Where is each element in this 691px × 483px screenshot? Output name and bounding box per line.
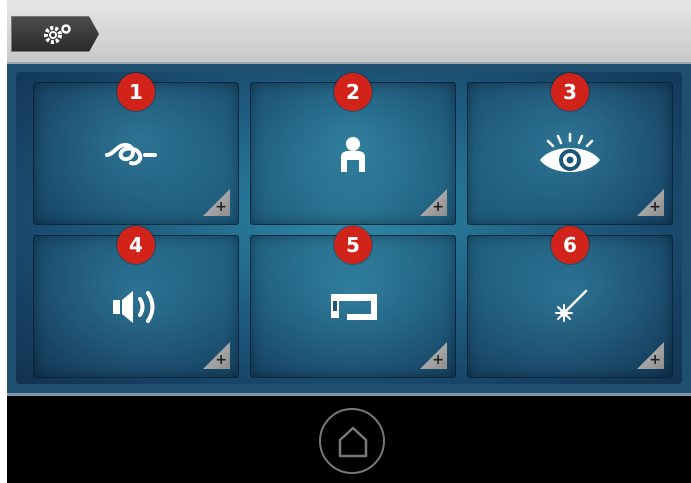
- expand-corner[interactable]: +: [203, 342, 230, 369]
- top-bar: [7, 0, 691, 64]
- knot-icon: [105, 142, 157, 165]
- screen: 1 + 2 + 3 + 4 + 5 + 6 +: [7, 0, 691, 396]
- tile-number-badge: 5: [334, 226, 372, 264]
- tile-4-sound[interactable]: 4 +: [33, 226, 239, 378]
- tile-number-badge: 3: [551, 73, 589, 111]
- settings-tab[interactable]: [11, 16, 99, 52]
- expand-corner[interactable]: +: [203, 189, 230, 216]
- home-button[interactable]: [319, 408, 385, 474]
- expand-corner[interactable]: +: [637, 342, 664, 369]
- sewing-machine-icon: [331, 293, 377, 320]
- home-icon: [338, 426, 368, 458]
- tile-3-eye[interactable]: 3 +: [467, 73, 673, 225]
- speaker-icon: [113, 290, 155, 323]
- gears-icon: [44, 24, 71, 44]
- tile-number-badge: 2: [334, 73, 372, 111]
- tile-1-knot[interactable]: 1 +: [33, 73, 239, 225]
- expand-corner[interactable]: +: [420, 342, 447, 369]
- expand-corner[interactable]: +: [637, 189, 664, 216]
- tile-number-badge: 4: [117, 226, 155, 264]
- tile-6-light[interactable]: 6 +: [467, 226, 673, 378]
- settings-grid: 1 + 2 + 3 + 4 + 5 + 6 +: [16, 72, 682, 384]
- user-icon: [341, 136, 365, 172]
- tile-5-machine[interactable]: 5 +: [250, 226, 456, 378]
- device-frame: 1 + 2 + 3 + 4 + 5 + 6 +: [7, 0, 691, 483]
- tile-number-badge: 6: [551, 226, 589, 264]
- light-icon: [555, 289, 588, 322]
- expand-corner[interactable]: +: [420, 189, 447, 216]
- tile-2-user[interactable]: 2 +: [250, 73, 456, 225]
- tile-number-badge: 1: [117, 73, 155, 111]
- eye-icon: [540, 132, 600, 172]
